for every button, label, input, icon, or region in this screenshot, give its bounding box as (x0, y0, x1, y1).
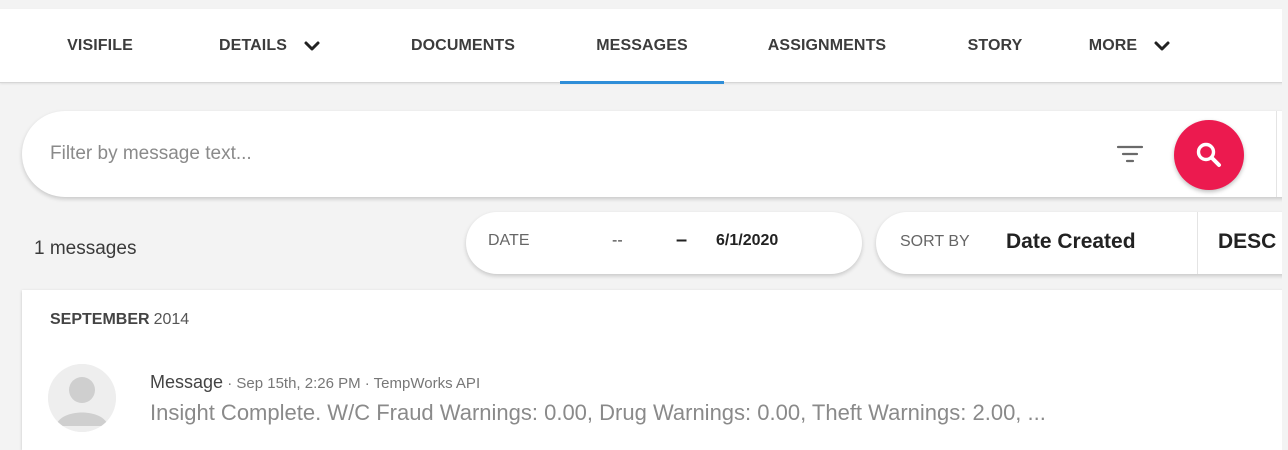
filter-bar-divider (1276, 111, 1277, 197)
date-range-separator: – (676, 229, 688, 251)
chevron-down-icon (1154, 41, 1170, 51)
record-tab-bar: VISIFILE DETAILS DOCUMENTS MESSAGES ASSI… (0, 9, 1288, 84)
tab-more[interactable]: MORE (1070, 9, 1190, 83)
sort-direction-toggle[interactable]: DESC (1218, 230, 1276, 254)
date-range-filter[interactable]: DATE -- – 6/1/2020 (466, 212, 862, 274)
message-preview[interactable]: Insight Complete. W/C Fraud Warnings: 0.… (150, 400, 1046, 426)
user-avatar-icon (48, 364, 116, 432)
sort-control: SORT BY Date Created DESC (876, 212, 1288, 274)
date-range-label: DATE (488, 232, 530, 249)
tab-label: STORY (967, 37, 1023, 54)
sort-divider (1197, 212, 1198, 274)
tab-story[interactable]: STORY (940, 9, 1050, 83)
message-count: 1 messages (34, 238, 137, 259)
search-icon (1196, 142, 1221, 167)
message-date-source: · Sep 15th, 2:26 PM · TempWorks API (223, 375, 481, 392)
tab-details[interactable]: DETAILS (180, 9, 360, 83)
tab-label: MESSAGES (596, 37, 688, 54)
tab-label: DETAILS (219, 37, 287, 54)
tab-assignments[interactable]: ASSIGNMENTS (736, 9, 918, 83)
date-from-value[interactable]: -- (612, 232, 623, 250)
group-month: SEPTEMBER (50, 311, 150, 328)
tab-label: MORE (1088, 37, 1138, 54)
message-list: SEPTEMBER 2014 Message · Sep 15th, 2:26 P… (22, 290, 1288, 450)
list-item-meta: Message · Sep 15th, 2:26 PM · TempWorks … (150, 372, 480, 393)
tab-label: ASSIGNMENTS (767, 37, 887, 54)
filter-lines-icon[interactable] (1116, 142, 1144, 166)
message-type: Message (150, 372, 224, 392)
tab-documents[interactable]: DOCUMENTS (380, 9, 546, 83)
group-year: 2014 (153, 311, 190, 328)
chevron-down-icon (304, 41, 320, 51)
message-filter-input[interactable] (50, 139, 1110, 169)
month-group-header: SEPTEMBER 2014 (50, 311, 189, 329)
sort-by-label: SORT BY (900, 233, 970, 250)
sort-field-select[interactable]: Date Created (1006, 230, 1136, 254)
messages-page: VISIFILE DETAILS DOCUMENTS MESSAGES ASSI… (0, 0, 1288, 450)
tab-label: DOCUMENTS (410, 37, 515, 54)
tab-label: VISIFILE (67, 37, 133, 54)
tab-messages[interactable]: MESSAGES (560, 9, 724, 84)
message-filter-bar (22, 111, 1288, 197)
tab-visifile[interactable]: VISIFILE (40, 9, 160, 83)
viewport-edge (1282, 0, 1288, 450)
search-button[interactable] (1174, 120, 1244, 190)
date-to-value[interactable]: 6/1/2020 (716, 232, 778, 250)
